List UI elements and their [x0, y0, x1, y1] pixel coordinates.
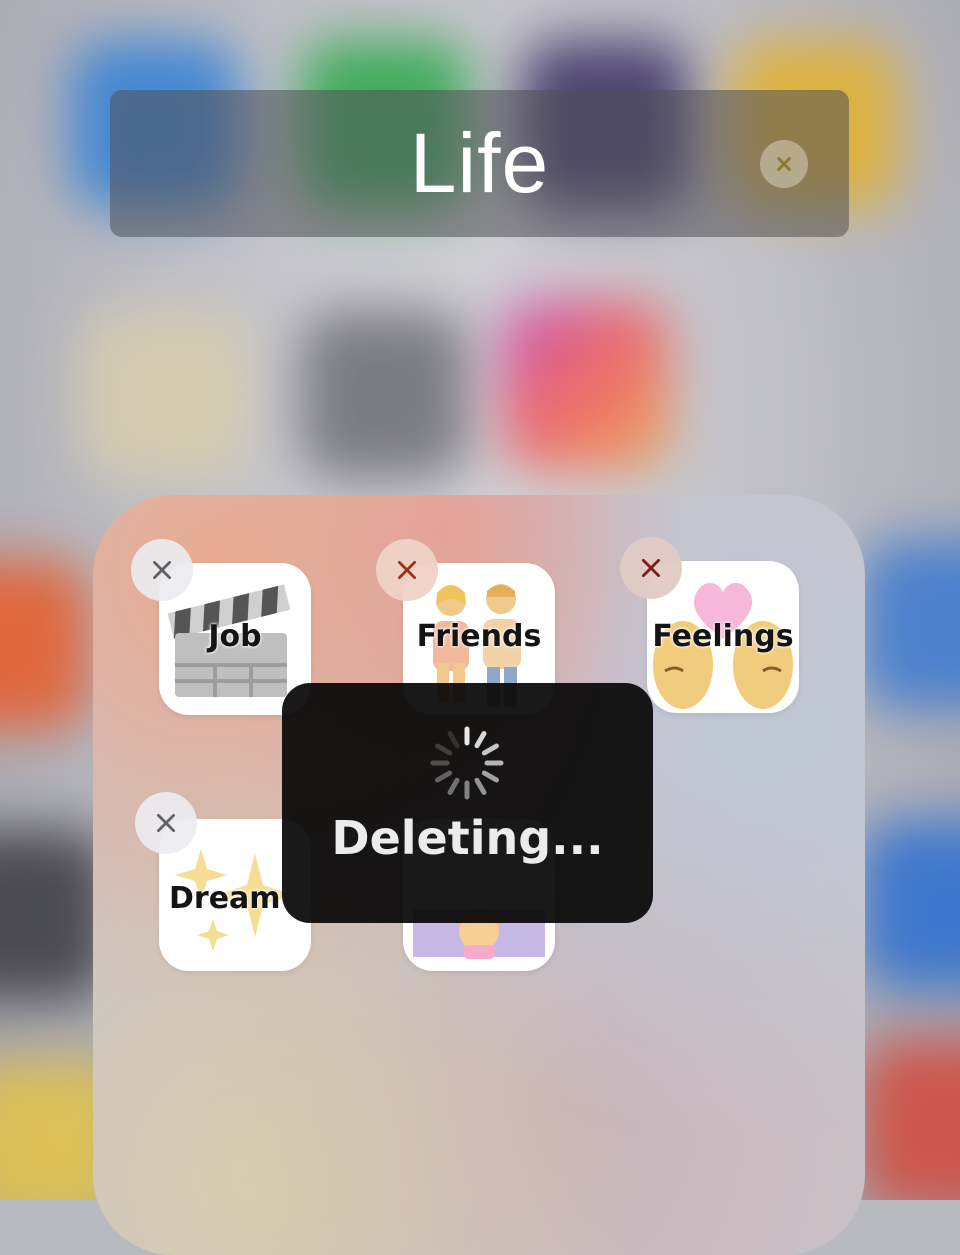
close-x-icon [398, 561, 416, 579]
folder-title-field[interactable]: Life [110, 90, 849, 237]
deleting-hud: Deleting... [282, 683, 653, 923]
blurred-app-icon [300, 310, 470, 480]
delete-app-feelings-button[interactable] [620, 537, 682, 599]
spinner-icon [430, 726, 504, 800]
blurred-app-icon [500, 300, 670, 470]
clear-x-icon [777, 157, 791, 171]
blurred-app-icon [860, 1040, 960, 1200]
close-x-icon [642, 559, 660, 577]
blurred-app-icon [0, 560, 90, 730]
deleting-message: Deleting... [331, 811, 604, 865]
blurred-app-icon [860, 540, 960, 710]
delete-app-friends-button[interactable] [376, 539, 438, 601]
folder-title-text[interactable]: Life [410, 115, 549, 212]
app-label: Job [208, 619, 262, 654]
close-x-icon [157, 814, 175, 832]
close-x-icon [153, 561, 171, 579]
blurred-app-icon [80, 310, 250, 480]
app-label: Friends [416, 619, 542, 654]
delete-app-dream-button[interactable] [135, 792, 197, 854]
clear-title-button[interactable] [760, 140, 808, 188]
delete-app-job-button[interactable] [131, 539, 193, 601]
app-label: Feelings [652, 619, 794, 654]
blurred-app-icon [860, 820, 960, 990]
